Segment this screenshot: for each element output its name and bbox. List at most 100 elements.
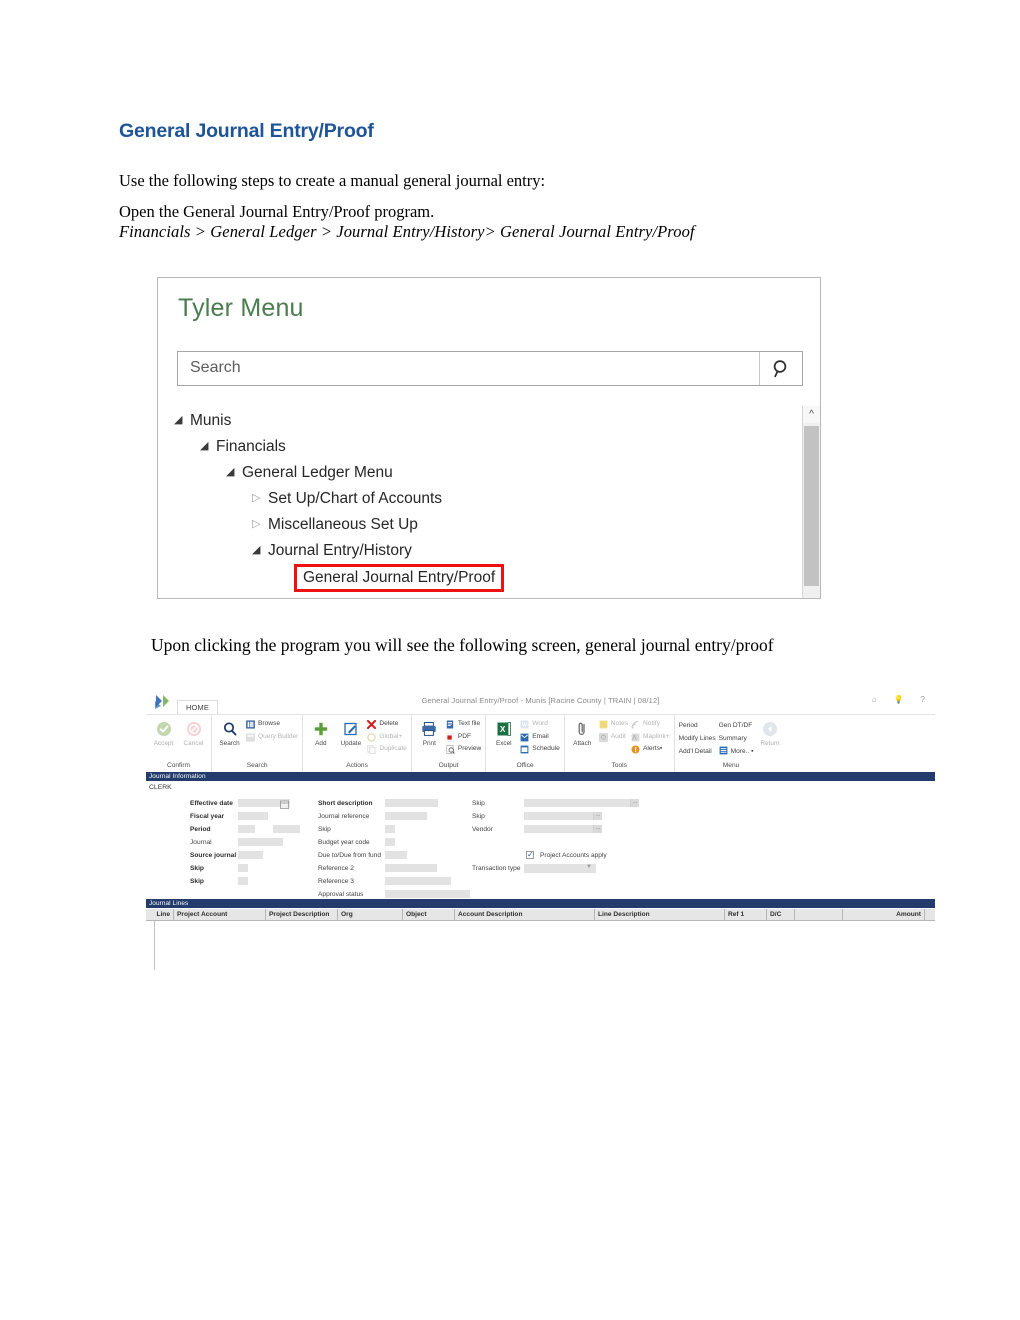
input-period-1[interactable]: [238, 825, 255, 833]
scrollbar-thumb[interactable]: [804, 426, 819, 586]
input-vendor[interactable]: [524, 825, 602, 833]
tree-item[interactable]: ▷ Miscellaneous Set Up: [158, 511, 820, 538]
ribbon-button-print[interactable]: Print: [416, 718, 443, 747]
collapsed-arrow-icon[interactable]: ▷: [252, 511, 268, 537]
ribbon-button-delete[interactable]: Delete: [367, 719, 407, 730]
ribbon-small-column: Delete Global+ Duplicate: [367, 718, 407, 755]
tree-item[interactable]: General Journal Entry/Proof: [158, 564, 820, 592]
input-skip-3[interactable]: [385, 825, 395, 833]
label-effective-date: Effective date: [190, 800, 233, 807]
tree-item[interactable]: ◢ Munis: [158, 407, 820, 434]
grid-column-header[interactable]: Org: [338, 909, 403, 920]
label-vendor: Vendor: [472, 826, 493, 833]
input-skip-5[interactable]: [524, 812, 602, 820]
input-skip-2[interactable]: [238, 877, 248, 885]
ribbon-button-label: Update: [340, 740, 362, 747]
ribbon-group-body: Print Text file PDF Preview: [416, 715, 481, 762]
excel-icon: X: [496, 718, 512, 740]
chevron-up-icon[interactable]: ^: [803, 406, 820, 423]
grid-column-header[interactable]: Line Description: [595, 909, 725, 920]
tyler-search-box[interactable]: Search: [177, 351, 803, 386]
home-icon[interactable]: ⌂: [872, 695, 877, 704]
grid-column-header[interactable]: Object: [403, 909, 455, 920]
ribbon-button-update[interactable]: Update: [337, 718, 364, 747]
ribbon-button-notes: Notes: [599, 719, 628, 730]
help-icon[interactable]: ?: [921, 695, 925, 704]
ribbon-button-browse[interactable]: Browse: [246, 719, 298, 730]
input-journal[interactable]: [238, 838, 283, 846]
ribbon-menu-period[interactable]: Period: [679, 720, 716, 731]
menu-tree[interactable]: ◢ Munis ◢ Financials ◢ General Ledger Menu ▷ Se…: [158, 407, 820, 592]
input-journal-reference[interactable]: [385, 812, 427, 820]
ribbon-button-return: Return: [756, 718, 783, 747]
input-budget-year-code[interactable]: [385, 838, 395, 846]
munis-ribbon[interactable]: Accept Cancel Confirm Search Browse Query Bui…: [146, 714, 935, 772]
input-effective-date[interactable]: [238, 799, 290, 809]
ribbon-button-preview[interactable]: Preview: [446, 744, 481, 755]
ribbon-button-add[interactable]: Add: [307, 718, 334, 747]
tree-item-label: Journal Entry/History: [268, 542, 412, 559]
grid-body[interactable]: [146, 921, 935, 970]
ribbon-button-schedule[interactable]: Schedule: [520, 744, 560, 755]
search-placeholder-text: Search: [190, 359, 241, 376]
collapsed-arrow-icon[interactable]: ▷: [252, 485, 268, 511]
grid-column-header[interactable]: Project Account: [174, 909, 266, 920]
grid-column-header[interactable]: Project Description: [266, 909, 338, 920]
ribbon-menu-add-l-detail[interactable]: Add'l Detail: [679, 746, 716, 757]
grid-column-header[interactable]: Amount: [843, 909, 925, 920]
query-builder-icon: [246, 733, 255, 742]
input-reference-3[interactable]: [385, 877, 451, 885]
ribbon-button-alerts-[interactable]: Alerts▪: [631, 744, 670, 755]
grid-column-header[interactable]: D/C: [767, 909, 795, 920]
ribbon-button-pdf[interactable]: PDF: [446, 732, 481, 743]
label-skip-1: Skip: [190, 865, 204, 872]
ribbon-menu-modify-lines[interactable]: Modify Lines: [679, 733, 716, 744]
grid-column-header[interactable]: Line: [146, 909, 174, 920]
ribbon-button-search[interactable]: Search: [216, 718, 243, 747]
input-source-journal[interactable]: [238, 851, 263, 859]
calendar-icon[interactable]: [280, 800, 289, 809]
input-approval-status[interactable]: [385, 890, 470, 898]
chevron-down-icon[interactable]: ▼: [586, 864, 592, 870]
bulb-icon[interactable]: 💡: [894, 695, 904, 704]
ribbon-menu-summary[interactable]: Summary: [719, 733, 754, 744]
tree-item[interactable]: ▷ Set Up/Chart of Accounts: [158, 485, 820, 512]
search-icon[interactable]: [759, 352, 802, 385]
title-bar-icon-group[interactable]: ⌂ 💡 ?: [872, 695, 925, 704]
expanded-arrow-icon[interactable]: ◢: [200, 433, 216, 459]
label-skip-3: Skip: [318, 826, 331, 833]
ribbon-button-email[interactable]: Email: [520, 732, 560, 743]
grid-column-header[interactable]: Account Description: [455, 909, 595, 920]
checkbox-project-accounts-apply[interactable]: [526, 850, 534, 859]
ribbon-button-excel[interactable]: X Excel: [490, 718, 517, 747]
ribbon-spacer: [599, 744, 628, 755]
tree-item[interactable]: ◢ Journal Entry/History: [158, 537, 820, 564]
input-short-description[interactable]: [385, 799, 438, 807]
input-period-2[interactable]: [273, 825, 300, 833]
input-fiscal-year[interactable]: [238, 812, 268, 820]
word-icon: W: [520, 720, 529, 729]
journal-information-form[interactable]: CLERK Effective date Fiscal year Period …: [146, 781, 935, 899]
expanded-arrow-icon[interactable]: ◢: [226, 459, 242, 485]
ribbon-group-body: Period Modify Lines Add'l Detail Gen DT/DF S…: [679, 715, 784, 762]
tree-item[interactable]: ◢ General Ledger Menu: [158, 459, 820, 486]
grid-column-header[interactable]: Ref 1: [725, 909, 767, 920]
ribbon-menu-gen-dt-df[interactable]: Gen DT/DF: [719, 720, 754, 731]
expanded-arrow-icon[interactable]: ◢: [252, 537, 268, 563]
journal-lines-grid[interactable]: Line Project Account Project Description Or…: [146, 908, 935, 970]
tree-item[interactable]: ◢ Financials: [158, 433, 820, 460]
ribbon-menu-more----[interactable]: More.. ▪: [719, 746, 753, 757]
expanded-arrow-icon[interactable]: ◢: [174, 407, 190, 433]
input-skip-4[interactable]: [524, 799, 639, 807]
input-skip-1[interactable]: [238, 864, 248, 872]
ribbon-button-attach[interactable]: Attach: [569, 718, 596, 747]
input-due-to-due-from-fund[interactable]: [385, 851, 407, 859]
label-transaction-type: Transaction type: [472, 865, 521, 872]
grid-column-header[interactable]: [795, 909, 843, 920]
ribbon-button-label: Email: [532, 732, 549, 740]
ribbon-button-text-file[interactable]: Text file: [446, 719, 481, 730]
grid-row-selector-strip[interactable]: [146, 921, 155, 970]
tree-item-label: General Ledger Menu: [242, 464, 393, 481]
input-reference-2[interactable]: [385, 864, 437, 872]
tree-scrollbar[interactable]: ^: [802, 406, 820, 598]
